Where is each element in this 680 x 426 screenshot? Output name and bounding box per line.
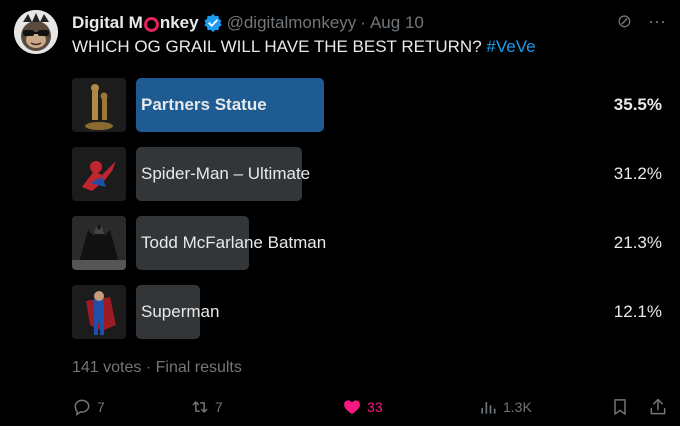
views-button[interactable]: 1.3K [478, 396, 532, 418]
display-name[interactable]: Digital M nkey [72, 13, 199, 33]
veve-o-logo-icon [143, 16, 159, 32]
tweet-header: Digital M nkey @digitalmonkeyy · Aug 10 [72, 11, 424, 35]
poll-option: Partners Statue 35.5% [72, 78, 662, 134]
action-bar: 7 7 33 1.3K [72, 396, 668, 418]
repost-count: 7 [215, 399, 223, 415]
more-icon[interactable]: ··· [648, 12, 666, 30]
display-name-part1: Digital M [72, 13, 143, 32]
tweet-body: WHICH OG GRAIL WILL HAVE THE BEST RETURN… [72, 37, 482, 56]
reply-icon [74, 399, 90, 416]
post-date[interactable]: Aug 10 [370, 13, 424, 33]
verified-badge-icon [203, 13, 222, 33]
monkey-avatar-icon [14, 10, 58, 54]
like-count: 33 [367, 399, 383, 415]
hashtag-link[interactable]: #VeVe [486, 37, 535, 56]
grok-icon[interactable]: ⊘ [617, 12, 632, 30]
repost-icon [192, 401, 208, 413]
poll-option-label: Superman [141, 302, 220, 321]
bookmark-button[interactable] [610, 396, 630, 418]
share-icon [650, 398, 666, 415]
superman-thumbnail [72, 285, 126, 339]
poll-option: Todd McFarlane Batman 21.3% [72, 216, 662, 272]
poll-option-percent: 12.1% [613, 302, 662, 321]
separator: · [360, 13, 366, 32]
poll-summary: 141 votes · Final results [72, 359, 242, 377]
poll-votes: 141 votes [72, 359, 142, 376]
poll-option-label: Spider-Man – Ultimate [141, 164, 311, 183]
poll-option-percent: 35.5% [613, 95, 662, 114]
view-count: 1.3K [503, 399, 532, 415]
poll-status: Final results [155, 359, 242, 376]
repost-button[interactable]: 7 [190, 396, 223, 418]
avatar[interactable] [14, 10, 58, 54]
heart-icon [344, 400, 360, 415]
display-name-part2: nkey [159, 13, 199, 32]
bookmark-icon [614, 399, 626, 415]
spider-man-thumbnail [72, 147, 126, 201]
reply-button[interactable]: 7 [72, 396, 105, 418]
share-button[interactable] [648, 396, 668, 418]
user-handle[interactable]: @digitalmonkeyy [227, 13, 357, 33]
tweet-text: WHICH OG GRAIL WILL HAVE THE BEST RETURN… [72, 37, 536, 57]
partners-statue-thumbnail [72, 78, 126, 132]
top-right-icons: ⊘ ··· [617, 12, 666, 30]
like-button[interactable]: 33 [342, 396, 383, 418]
batman-thumbnail [72, 216, 126, 270]
poll-option-percent: 21.3% [613, 233, 662, 252]
poll-option-percent: 31.2% [613, 164, 662, 183]
separator: · [145, 359, 152, 376]
poll-option: Superman 12.1% [72, 285, 662, 341]
reply-count: 7 [97, 399, 105, 415]
poll-option-label: Todd McFarlane Batman [141, 233, 327, 252]
views-chart-icon [481, 402, 496, 414]
poll-option-label: Partners Statue [141, 95, 267, 114]
poll-option: Spider-Man – Ultimate 31.2% [72, 147, 662, 203]
